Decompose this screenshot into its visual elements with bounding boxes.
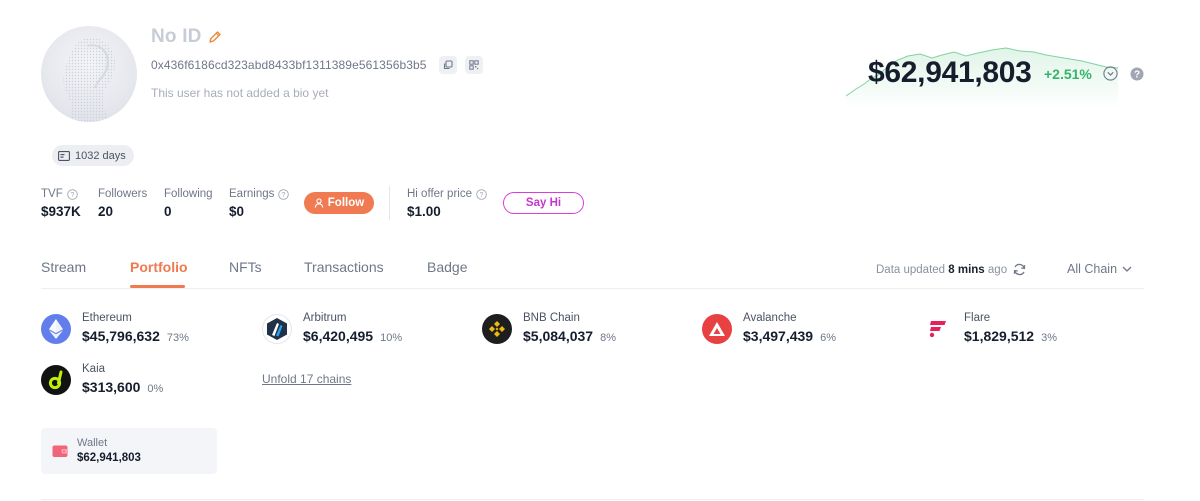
profile-bio: This user has not added a bio yet <box>151 86 329 100</box>
wallet-address: 0x436f6186cd323abd8433bf1311389e561356b3… <box>151 58 427 72</box>
chevron-down-circle-icon[interactable] <box>1103 66 1118 81</box>
stats-divider <box>389 186 390 220</box>
stat-tvf-value: $937K <box>41 204 81 219</box>
tab-stream[interactable]: Stream <box>41 259 86 275</box>
edit-pencil-icon[interactable] <box>208 30 222 44</box>
copy-icon <box>443 60 453 70</box>
svg-text:?: ? <box>70 192 74 199</box>
kaia-icon <box>41 365 71 395</box>
stat-earnings-label: Earnings <box>229 188 275 200</box>
tab-portfolio[interactable]: Portfolio <box>130 259 188 275</box>
svg-text:?: ? <box>282 192 286 199</box>
follow-button-label: Follow <box>327 197 365 209</box>
profile-name: No ID <box>151 26 202 47</box>
chain-percent: 3% <box>1041 332 1057 344</box>
section-divider <box>41 499 1144 500</box>
chain-percent: 73% <box>166 332 189 344</box>
chain-name: Arbitrum <box>303 312 347 324</box>
stat-followers-value: 20 <box>98 204 114 219</box>
chain-name: Flare <box>964 312 991 324</box>
unfold-chains-link[interactable]: Unfold 17 chains <box>262 372 351 386</box>
updated-prefix: Data updated <box>876 264 946 276</box>
total-net-worth: $62,941,803 <box>868 56 1032 89</box>
stat-following[interactable]: Following 0 <box>164 188 213 219</box>
wallet-value: $62,941,803 <box>77 452 141 464</box>
tab-badge[interactable]: Badge <box>427 259 467 275</box>
refresh-icon[interactable] <box>1012 262 1027 277</box>
bnb-chain-icon <box>482 314 512 344</box>
follow-button[interactable]: Follow <box>304 192 374 214</box>
chain-value: $1,829,512 <box>964 328 1035 344</box>
ethereum-icon <box>41 314 71 344</box>
arbitrum-icon <box>262 314 292 344</box>
tab-transactions[interactable]: Transactions <box>304 259 384 275</box>
flare-icon <box>923 314 953 344</box>
wallet-icon <box>52 445 68 457</box>
data-updated-status: Data updated 8 mins ago <box>876 264 1007 276</box>
chain-percent: 10% <box>380 332 403 344</box>
chain-filter-label: All Chain <box>1067 262 1118 276</box>
avalanche-icon <box>702 314 732 344</box>
chain-percent: 0% <box>147 383 164 395</box>
stat-followers[interactable]: Followers 20 <box>98 188 147 219</box>
svg-text:?: ? <box>1134 70 1140 81</box>
stat-tvf: TVF ? $937K <box>41 188 81 219</box>
tabs-divider <box>41 288 1144 289</box>
calendar-icon <box>58 150 70 161</box>
updated-suffix: ago <box>987 264 1008 276</box>
chain-value: $313,600 <box>82 379 141 395</box>
account-age-badge: 1032 days <box>52 145 134 166</box>
updated-time: 8 mins <box>948 264 985 276</box>
chain-value: $5,084,037 <box>523 328 594 344</box>
question-icon[interactable]: ? <box>66 188 78 200</box>
stat-following-value: 0 <box>164 204 172 219</box>
stat-earnings: Earnings ? $0 <box>229 188 290 219</box>
stat-hi-offer-value: $1.00 <box>407 204 441 219</box>
account-age-text: 1032 days <box>75 149 126 162</box>
stat-hi-offer-label: Hi offer price <box>407 188 472 200</box>
user-icon <box>314 198 324 208</box>
question-icon[interactable]: ? <box>278 188 290 200</box>
chain-percent: 8% <box>600 332 616 344</box>
chain-name: BNB Chain <box>523 312 580 324</box>
say-hi-button[interactable]: Say Hi <box>503 192 584 214</box>
chain-name: Kaia <box>82 363 106 375</box>
chain-percent: 6% <box>820 332 836 344</box>
chain-name: Avalanche <box>743 312 797 324</box>
qr-code-icon <box>469 60 479 70</box>
chain-name: Ethereum <box>82 312 132 324</box>
question-icon[interactable]: ? <box>476 188 487 200</box>
chevron-down-icon <box>1122 266 1132 272</box>
help-icon[interactable]: ? <box>1130 67 1144 81</box>
qr-code-button[interactable] <box>465 56 483 74</box>
net-worth-change: +2.51% <box>1044 66 1092 82</box>
copy-address-button[interactable] <box>439 56 457 74</box>
avatar-image-icon <box>63 37 116 122</box>
chain-value: $45,796,632 <box>82 328 160 344</box>
stat-hi-offer-price: Hi offer price ? $1.00 <box>407 188 487 219</box>
chain-value: $3,497,439 <box>743 328 814 344</box>
stat-following-label: Following <box>164 188 213 200</box>
tab-nfts[interactable]: NFTs <box>229 259 262 275</box>
stat-followers-label: Followers <box>98 188 148 200</box>
wallet-label: Wallet <box>77 437 108 449</box>
avatar <box>41 26 137 122</box>
svg-text:?: ? <box>480 192 484 199</box>
wallet-card[interactable]: Wallet $62,941,803 <box>41 428 217 474</box>
stat-earnings-value: $0 <box>229 204 245 219</box>
chain-value: $6,420,495 <box>303 328 374 344</box>
chain-filter-dropdown[interactable]: All Chain <box>1067 262 1132 276</box>
stat-tvf-label: TVF <box>41 188 63 200</box>
